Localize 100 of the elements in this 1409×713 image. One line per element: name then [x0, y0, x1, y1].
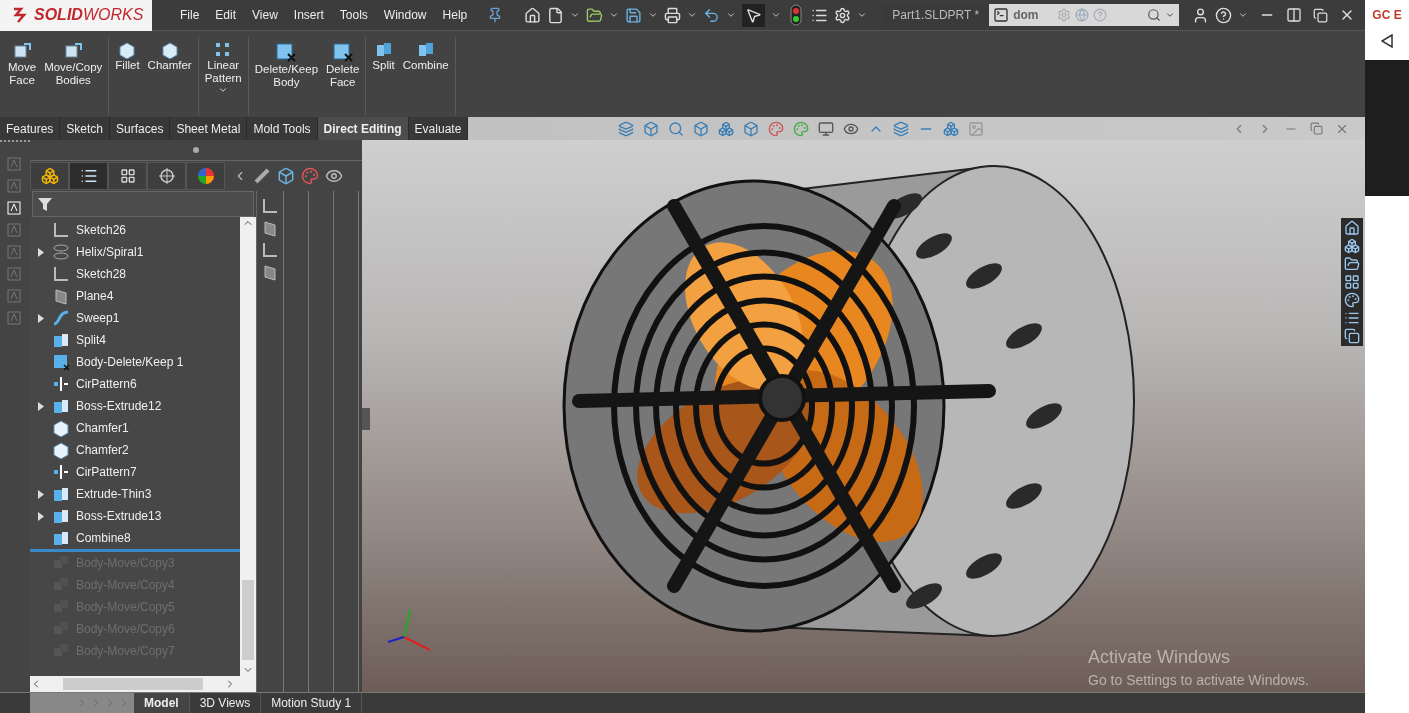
tree-item[interactable]: Extrude-Thin3 [76, 487, 152, 501]
expand-arrow-icon[interactable] [38, 511, 44, 521]
expand-arrow-icon[interactable] [38, 247, 44, 257]
panel-tab[interactable] [30, 162, 69, 190]
tile-icon[interactable] [1286, 7, 1303, 23]
command-tab[interactable]: Direct Editing [317, 117, 409, 140]
cube-icon[interactable] [743, 120, 760, 137]
tree-item[interactable]: Split4 [76, 333, 107, 347]
undo-icon[interactable] [703, 6, 721, 24]
menu-item[interactable]: View [244, 8, 286, 22]
caret-icon[interactable] [857, 10, 868, 20]
menu-item[interactable]: Help [434, 8, 476, 22]
expand-arrow-icon[interactable] [38, 401, 44, 411]
expand-arrow-icon[interactable] [38, 489, 44, 499]
menu-item[interactable]: Edit [207, 8, 245, 22]
tree-item[interactable]: Chamfer1 [76, 421, 129, 435]
scroll-thumb[interactable] [63, 678, 203, 690]
caret-icon[interactable] [726, 10, 737, 20]
menu-item[interactable]: Window [375, 8, 435, 22]
cube-icon [52, 441, 70, 459]
tree-item[interactable]: Boss-Extrude12 [76, 399, 162, 413]
tree-item[interactable]: Sweep1 [76, 311, 120, 325]
restore-icon[interactable] [1313, 7, 1329, 23]
print-icon[interactable] [664, 6, 682, 24]
monitor-icon[interactable] [818, 120, 835, 137]
menu-item[interactable]: File [172, 8, 208, 22]
panel-tab[interactable] [147, 162, 186, 190]
cube-icon[interactable] [643, 120, 660, 137]
caret-icon[interactable] [570, 10, 581, 20]
panel-grip[interactable] [362, 408, 370, 430]
filter-field[interactable] [32, 191, 254, 217]
tree-item[interactable]: Body-Delete/Keep 1 [76, 355, 184, 369]
caret-icon[interactable] [648, 10, 659, 20]
home-icon[interactable] [1344, 220, 1360, 236]
scrollbar[interactable] [240, 217, 256, 676]
search-input[interactable]: dom [1013, 8, 1054, 22]
windows-icon[interactable] [1344, 328, 1360, 344]
caret-icon[interactable] [687, 10, 698, 20]
scrollbar[interactable] [30, 676, 256, 692]
pattern-icon [52, 463, 70, 481]
ribbon-button[interactable]: Move Face [4, 37, 41, 115]
back-triangle-icon[interactable] [1381, 34, 1393, 48]
tree-item[interactable]: CirPattern7 [76, 465, 137, 479]
expand-arrow-icon[interactable] [38, 313, 44, 323]
open-folder-icon[interactable] [586, 6, 604, 24]
menu-item[interactable]: Insert [285, 8, 332, 22]
tree-item[interactable]: CirPattern6 [76, 377, 137, 391]
sketch-icon [261, 197, 279, 215]
settings-icon[interactable] [834, 6, 852, 24]
home-icon[interactable] [524, 6, 542, 24]
cube-icon[interactable] [277, 167, 295, 185]
caret-icon[interactable] [771, 10, 782, 20]
list-icon[interactable] [1344, 310, 1360, 326]
caret-icon[interactable] [218, 85, 229, 95]
search-field[interactable]: dom [989, 4, 1180, 26]
panel-tab[interactable] [108, 162, 147, 190]
save-icon[interactable] [625, 6, 643, 24]
pointer-icon[interactable] [745, 6, 763, 24]
ribbon-button[interactable]: Split [368, 37, 399, 115]
panel-handle[interactable] [193, 147, 199, 153]
tree-item[interactable]: Combine8 [76, 531, 131, 545]
tree-item[interactable]: Boss-Extrude13 [76, 509, 162, 523]
layers-icon[interactable] [893, 120, 910, 137]
layers-icon[interactable] [618, 120, 635, 137]
scroll-thumb[interactable] [242, 580, 254, 660]
curve-icon [52, 309, 70, 327]
ribbon-button[interactable]: Delete/Keep Body [250, 37, 323, 115]
bottom-tab[interactable]: Model [134, 693, 190, 713]
grid-icon[interactable] [1344, 274, 1360, 290]
tree-item[interactable]: Plane4 [76, 289, 114, 303]
tree-item[interactable]: Helix/Spiral1 [76, 245, 144, 259]
menu-item[interactable]: Tools [331, 8, 376, 22]
annotation-icon[interactable] [7, 200, 23, 216]
traffic-light-icon[interactable] [790, 4, 803, 26]
ribbon-button[interactable]: Linear Pattern [200, 37, 246, 115]
cube-icon[interactable] [693, 120, 710, 137]
ribbon-button[interactable]: Move/Copy Bodies [40, 37, 107, 115]
ribbon-button[interactable]: Fillet [111, 37, 144, 115]
tree-item[interactable]: Sketch28 [76, 267, 127, 281]
panel-tab[interactable] [186, 162, 225, 190]
new-file-icon[interactable] [547, 6, 565, 24]
panel-tab[interactable] [69, 162, 108, 190]
eye-icon[interactable] [325, 167, 343, 185]
tree-item[interactable]: Chamfer2 [76, 443, 129, 457]
cube-delete-icon [275, 41, 298, 63]
caret-icon[interactable] [1165, 10, 1176, 20]
folder-icon[interactable] [1344, 256, 1360, 272]
ribbon-button[interactable]: Chamfer [143, 37, 196, 115]
palette-icon[interactable] [1344, 292, 1360, 308]
tree-item[interactable]: Sketch26 [76, 223, 127, 237]
ribbon-button[interactable]: Combine [398, 37, 453, 115]
caret-icon[interactable] [1238, 10, 1249, 20]
caret-icon[interactable] [609, 10, 620, 20]
zoom-icon[interactable] [668, 120, 685, 137]
config-icon [119, 168, 136, 184]
cubes-icon[interactable] [1344, 238, 1360, 254]
ribbon-button[interactable]: Delete Face [322, 37, 364, 115]
pencil-icon[interactable] [253, 167, 271, 185]
help-icon[interactable] [1215, 6, 1233, 24]
bodies-icon [52, 529, 70, 547]
